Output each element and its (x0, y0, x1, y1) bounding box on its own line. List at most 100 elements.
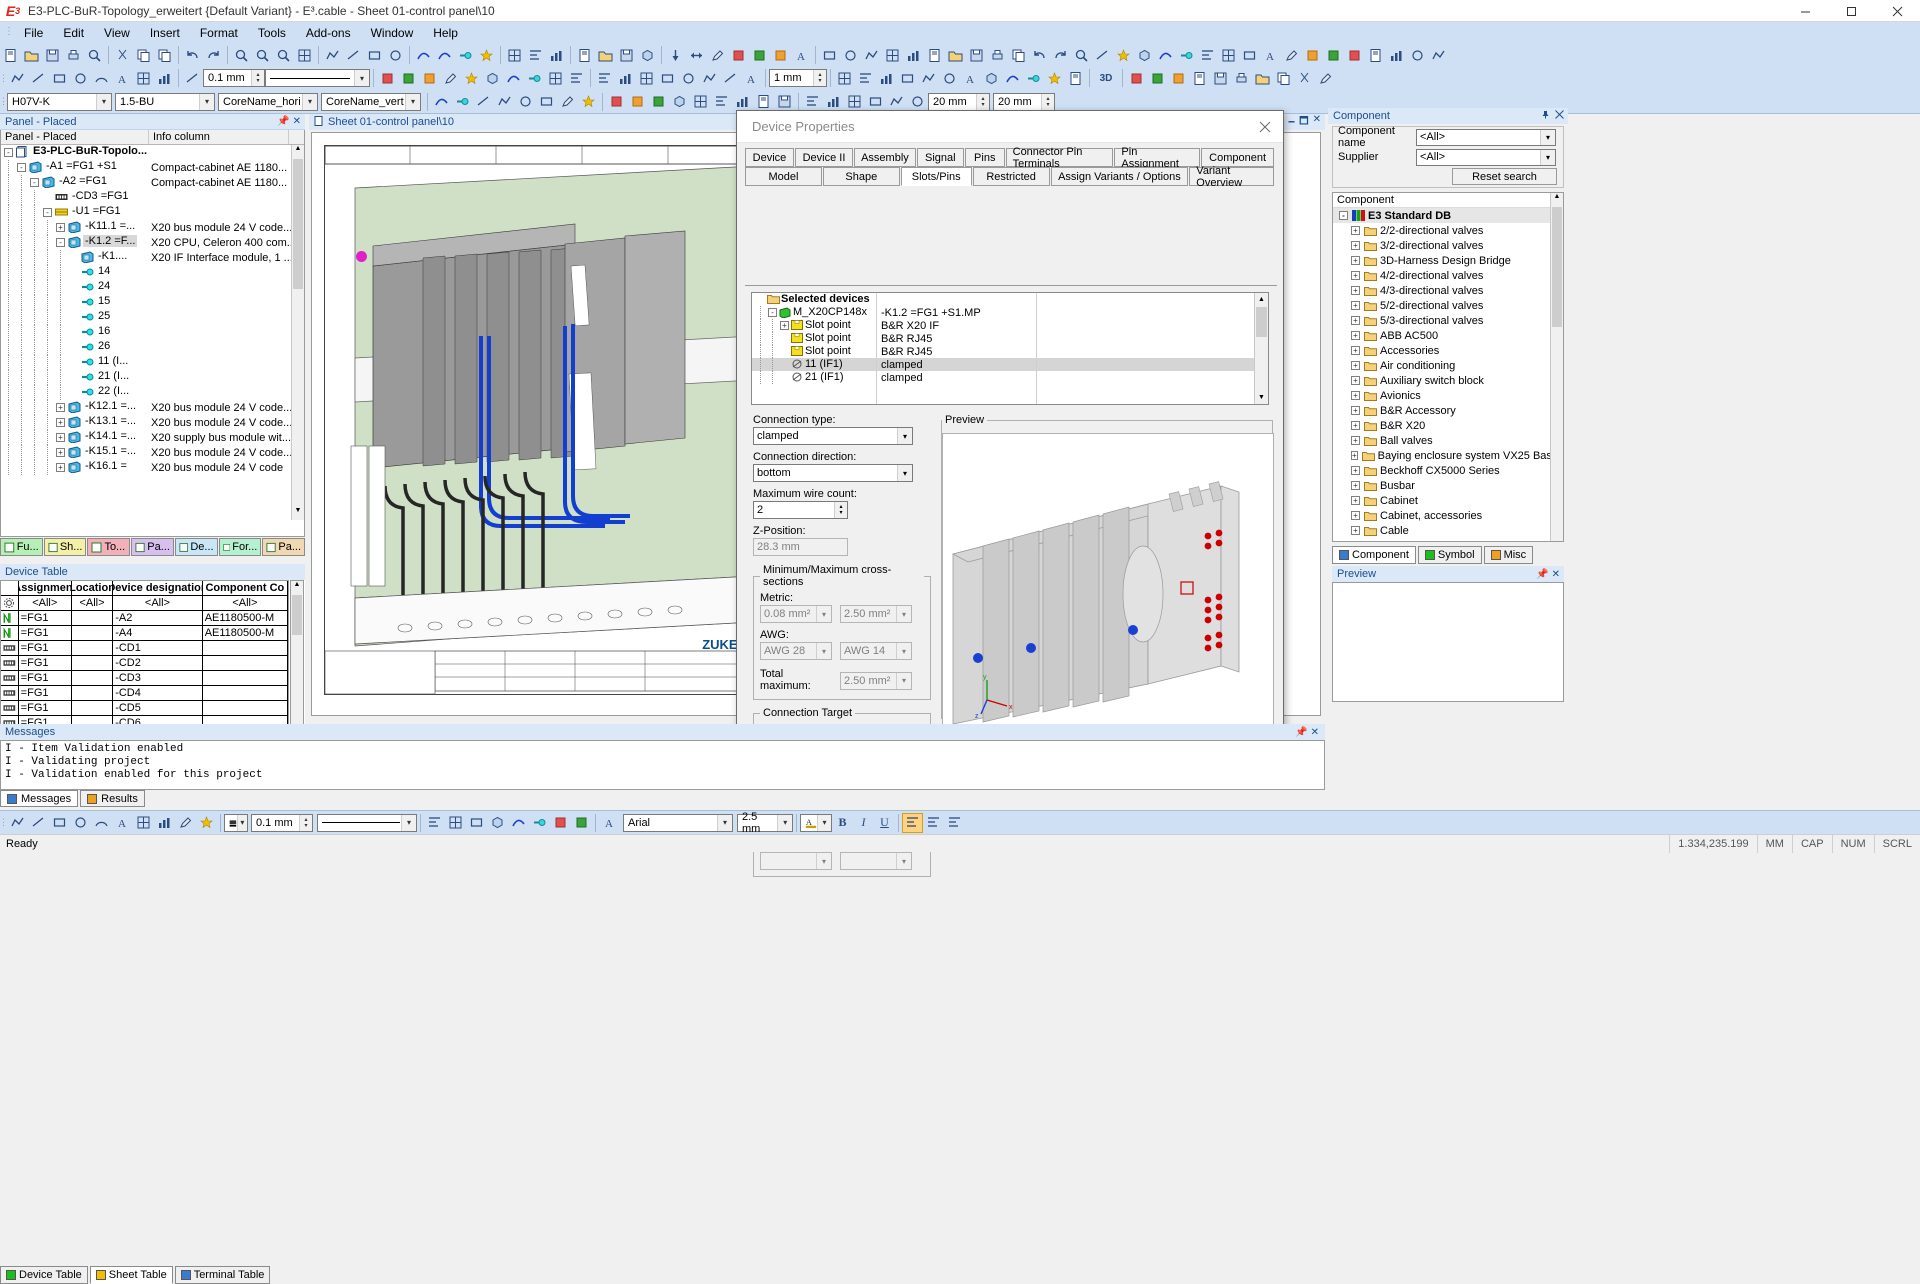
chevron-down-icon[interactable]: ▾ (199, 93, 214, 110)
slot-tree-row[interactable]: + Slot point (752, 319, 876, 332)
draw-tool-1-icon[interactable] (28, 68, 49, 88)
component-tree-toggle-icon[interactable]: + (1351, 286, 1360, 295)
chevron-down-icon[interactable]: ▾ (96, 93, 111, 110)
tree-row[interactable]: + -K15.1 =... X20 bus module 24 V code... (1, 445, 304, 460)
view-tool-5-icon[interactable] (939, 68, 960, 88)
tree-toggle-collapse-icon[interactable]: - (4, 148, 13, 157)
highlight-icon[interactable] (476, 45, 497, 65)
spinner-icon[interactable]: ▴ ▾ (1041, 93, 1054, 110)
bottom-draw-9-icon[interactable] (196, 813, 217, 833)
tree-row[interactable]: 25 (1, 310, 304, 325)
arrange-tool-6-icon[interactable] (720, 68, 741, 88)
total-maximum-select[interactable]: 2.50 mm² ▾ (840, 671, 912, 690)
align-icon[interactable] (525, 45, 546, 65)
slot-toggle-icon[interactable]: - (768, 308, 777, 317)
open-icon[interactable] (21, 45, 42, 65)
menu-grip-handle[interactable]: ⋮ (4, 25, 14, 41)
format-tool-9-icon[interactable] (566, 68, 587, 88)
component-tree-toggle-icon[interactable]: - (1339, 211, 1348, 220)
warning-icon[interactable] (770, 45, 791, 65)
component-tree-toggle-icon[interactable]: + (1351, 481, 1360, 490)
component-tree-row[interactable]: + Air conditioning (1333, 358, 1563, 373)
dt-filter-location[interactable]: <All> (71, 596, 114, 611)
rectangle-icon[interactable] (364, 45, 385, 65)
dim-tool-1-icon[interactable] (823, 92, 844, 112)
chart-icon[interactable] (546, 45, 567, 65)
component-tree-toggle-icon[interactable]: + (1351, 271, 1360, 280)
scroll-down-icon[interactable]: ▼ (292, 507, 304, 520)
toolbar-grip[interactable]: ⋮ (0, 814, 8, 832)
component-tree[interactable]: Component - E3 Standard DB +2/2-directiona… (1332, 192, 1564, 542)
slot-tree-row[interactable]: Slot point (752, 345, 876, 358)
messages-tab-messages[interactable]: Messages (0, 790, 79, 807)
wire-tool-7-icon[interactable] (578, 92, 599, 112)
preview-canvas[interactable] (1332, 582, 1564, 702)
maximize-button[interactable] (1828, 0, 1874, 22)
panel-close-icon[interactable]: ✕ (293, 116, 301, 127)
stats-icon[interactable] (1386, 45, 1407, 65)
flag-icon[interactable] (1302, 45, 1323, 65)
bottom-draw-0-icon[interactable] (7, 813, 28, 833)
chevron-down-icon[interactable]: ▾ (236, 814, 247, 831)
new-icon[interactable] (0, 45, 21, 65)
tree-row[interactable]: 15 (1, 295, 304, 310)
format-tool-8-icon[interactable] (545, 68, 566, 88)
arrange-tool-0-icon[interactable] (594, 68, 615, 88)
chevron-down-icon[interactable]: ▾ (816, 643, 831, 659)
component-tree-row[interactable]: + Beckhoff CX5000 Series (1333, 463, 1563, 478)
tree-row[interactable]: - -A1 =FG1 +S1 Compact-cabinet AE 1180... (1, 160, 304, 175)
dim-tool-0-icon[interactable] (802, 92, 823, 112)
undo2-icon[interactable] (1029, 45, 1050, 65)
view-tool-10-icon[interactable] (1044, 68, 1065, 88)
view-tool-3-icon[interactable] (897, 68, 918, 88)
bottom-tool-6-icon[interactable] (550, 813, 571, 833)
tree-toggle-collapse-icon[interactable]: - (30, 178, 39, 187)
core-name-hori-select[interactable]: CoreName_hori ▾ (218, 92, 318, 111)
route-tool-3-icon[interactable] (669, 92, 690, 112)
minimize-button[interactable] (1782, 0, 1828, 22)
format-tool-0-icon[interactable] (377, 68, 398, 88)
awg-min-select[interactable]: AWG 28 ▾ (760, 642, 832, 660)
spacing-spinner[interactable]: 1 mm ▴ ▾ (769, 69, 827, 87)
chevron-down-icon[interactable]: ▾ (354, 70, 369, 86)
component-tree-toggle-icon[interactable]: + (1351, 256, 1360, 265)
component-tree-row[interactable]: +4/3-directional valves (1333, 283, 1563, 298)
label-icon[interactable]: A (1260, 45, 1281, 65)
component-tree-toggle-icon[interactable]: + (1351, 541, 1360, 542)
messages-pin-icon[interactable]: 📌 (1295, 727, 1307, 738)
component-tree-row[interactable]: +2/2-directional valves (1333, 223, 1563, 238)
component-tree-row[interactable]: +3D-Harness Design Bridge (1333, 253, 1563, 268)
view-tool-4-icon[interactable] (918, 68, 939, 88)
toolbar-grip[interactable]: ⋮ (0, 93, 8, 111)
find-icon[interactable] (1071, 45, 1092, 65)
wire-tool-3-icon[interactable] (494, 92, 515, 112)
component-tree-row[interactable]: - E3 Standard DB (1333, 208, 1563, 223)
slots-tree-scrollbar[interactable]: ▲ ▼ (1254, 293, 1268, 404)
component-tree-row[interactable]: + Avionics (1333, 388, 1563, 403)
bottom-tool-0-icon[interactable] (424, 813, 445, 833)
tree-row[interactable]: 21 (I... (1, 370, 304, 385)
component-tree-toggle-icon[interactable]: + (1351, 316, 1360, 325)
component-tree-row[interactable]: + B&R X20 (1333, 418, 1563, 433)
bottom-tab-device-table[interactable]: Device Table (0, 1266, 88, 1284)
component-tree-row[interactable]: + Accessories (1333, 343, 1563, 358)
arrange-tool-2-icon[interactable] (636, 68, 657, 88)
tree-row[interactable]: 24 (1, 280, 304, 295)
line-color-picker[interactable]: ▾ (224, 813, 248, 832)
line-style-icon[interactable] (182, 68, 203, 88)
bottom-draw-2-icon[interactable] (49, 813, 70, 833)
dim-tool-2-icon[interactable] (844, 92, 865, 112)
print-preview-icon[interactable] (84, 45, 105, 65)
wire-tool-2-icon[interactable] (473, 92, 494, 112)
messages-log[interactable]: I - Item Validation enabled I - Validati… (0, 740, 1325, 790)
dialog-tab-device[interactable]: Device (745, 148, 794, 167)
right-tab-misc[interactable]: Misc (1483, 546, 1534, 564)
tree-toggle-collapse-icon[interactable]: - (56, 238, 65, 247)
zoom-window-icon[interactable] (273, 45, 294, 65)
panel-tab-5[interactable]: For... (218, 538, 262, 556)
panel-tree-scrollbar[interactable]: ▲ ▼ (291, 145, 304, 520)
tree-col-panel[interactable]: Panel - Placed (1, 130, 149, 144)
bottom-tool-2-icon[interactable] (466, 813, 487, 833)
component-name-select[interactable]: <All> ▾ (1416, 128, 1556, 146)
circle-icon[interactable] (385, 45, 406, 65)
